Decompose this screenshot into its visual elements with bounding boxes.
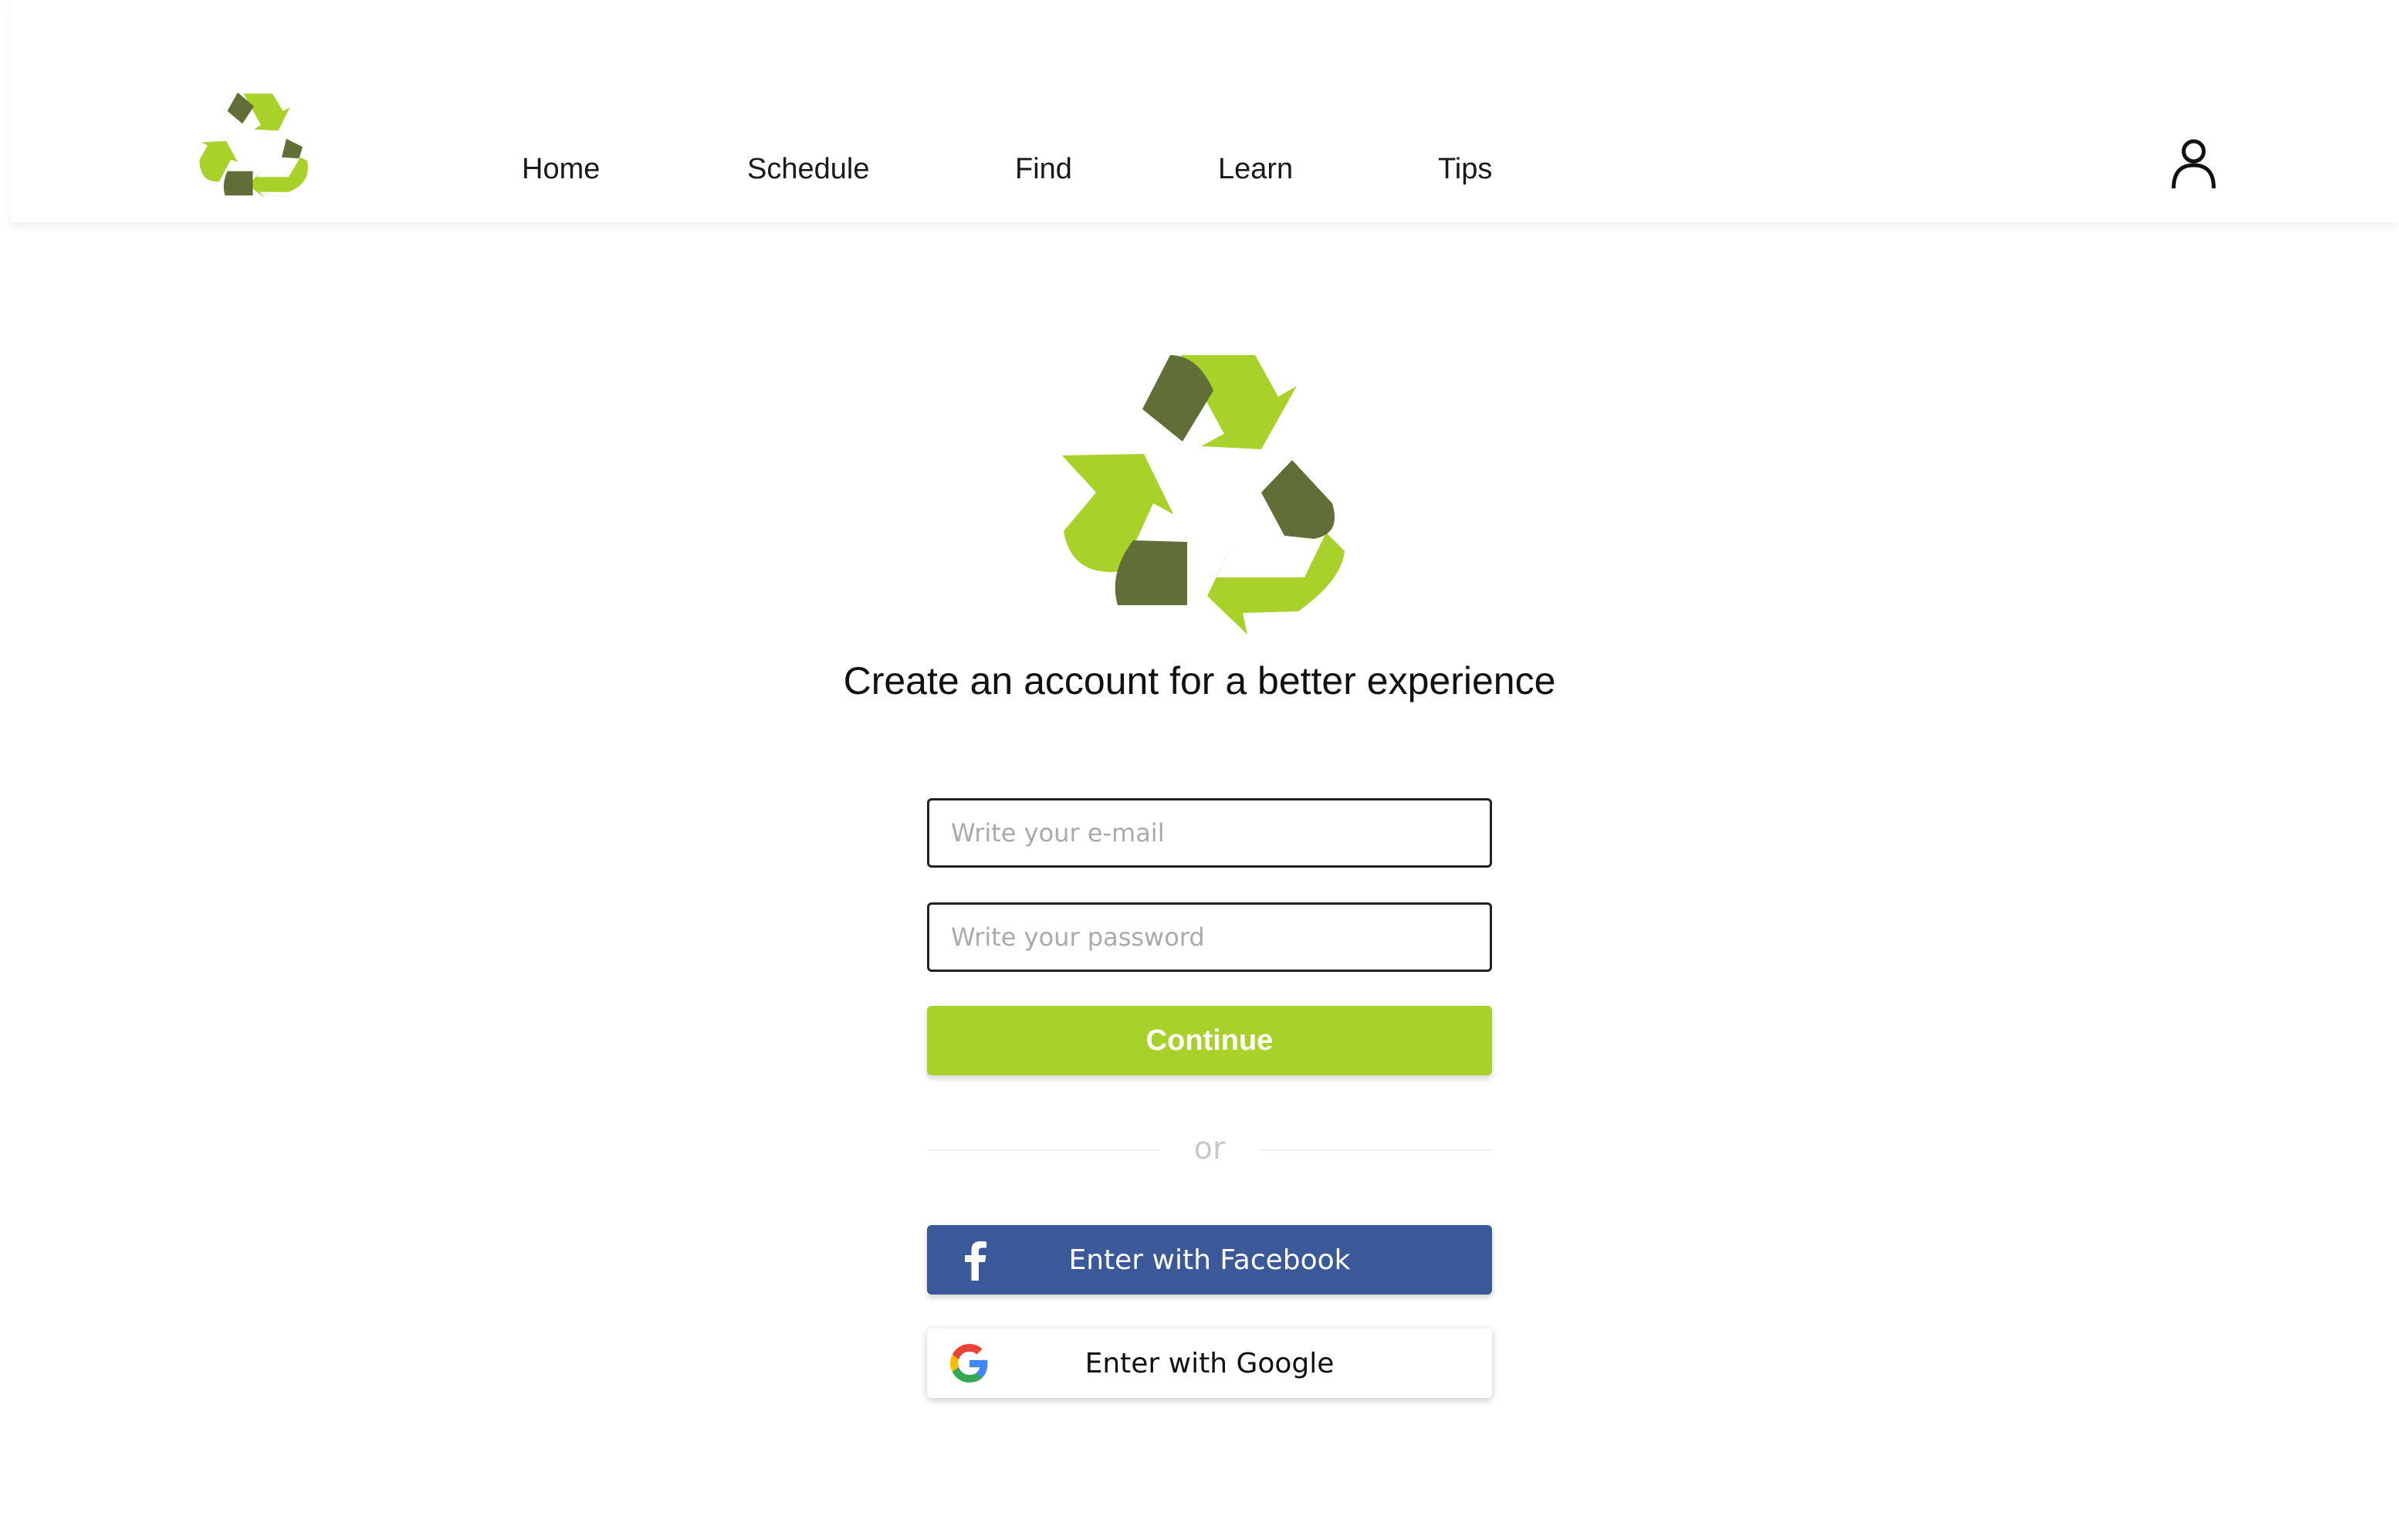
user-icon[interactable] (2170, 137, 2218, 190)
continue-button[interactable]: Continue (927, 1006, 1492, 1075)
password-field[interactable] (929, 905, 1490, 970)
email-field-container (927, 798, 1492, 868)
email-field[interactable] (929, 800, 1490, 865)
nav-tips[interactable]: Tips (1438, 151, 1492, 187)
nav-learn[interactable]: Learn (1218, 151, 1293, 187)
google-login-button[interactable]: Enter with Google (927, 1328, 1492, 1398)
page-title: Create an account for a better experienc… (843, 659, 1556, 702)
facebook-login-button[interactable]: Enter with Facebook (927, 1225, 1492, 1295)
recycle-logo-icon[interactable] (196, 90, 312, 201)
nav-home[interactable]: Home (522, 151, 600, 187)
top-navbar: Home Schedule Find Learn Tips (11, 0, 2399, 222)
signup-page: Home Schedule Find Learn Tips Create an … (0, 0, 2399, 1540)
divider-line-right (1259, 1149, 1492, 1151)
divider-line-left (927, 1149, 1160, 1151)
nav-find[interactable]: Find (1015, 151, 1072, 187)
recycle-logo-icon (1062, 355, 1345, 635)
nav-schedule[interactable]: Schedule (747, 151, 869, 187)
facebook-login-label: Enter with Facebook (1068, 1244, 1351, 1276)
password-field-container (927, 902, 1492, 972)
divider-or: or (1193, 1131, 1226, 1166)
google-login-label: Enter with Google (1084, 1347, 1335, 1379)
